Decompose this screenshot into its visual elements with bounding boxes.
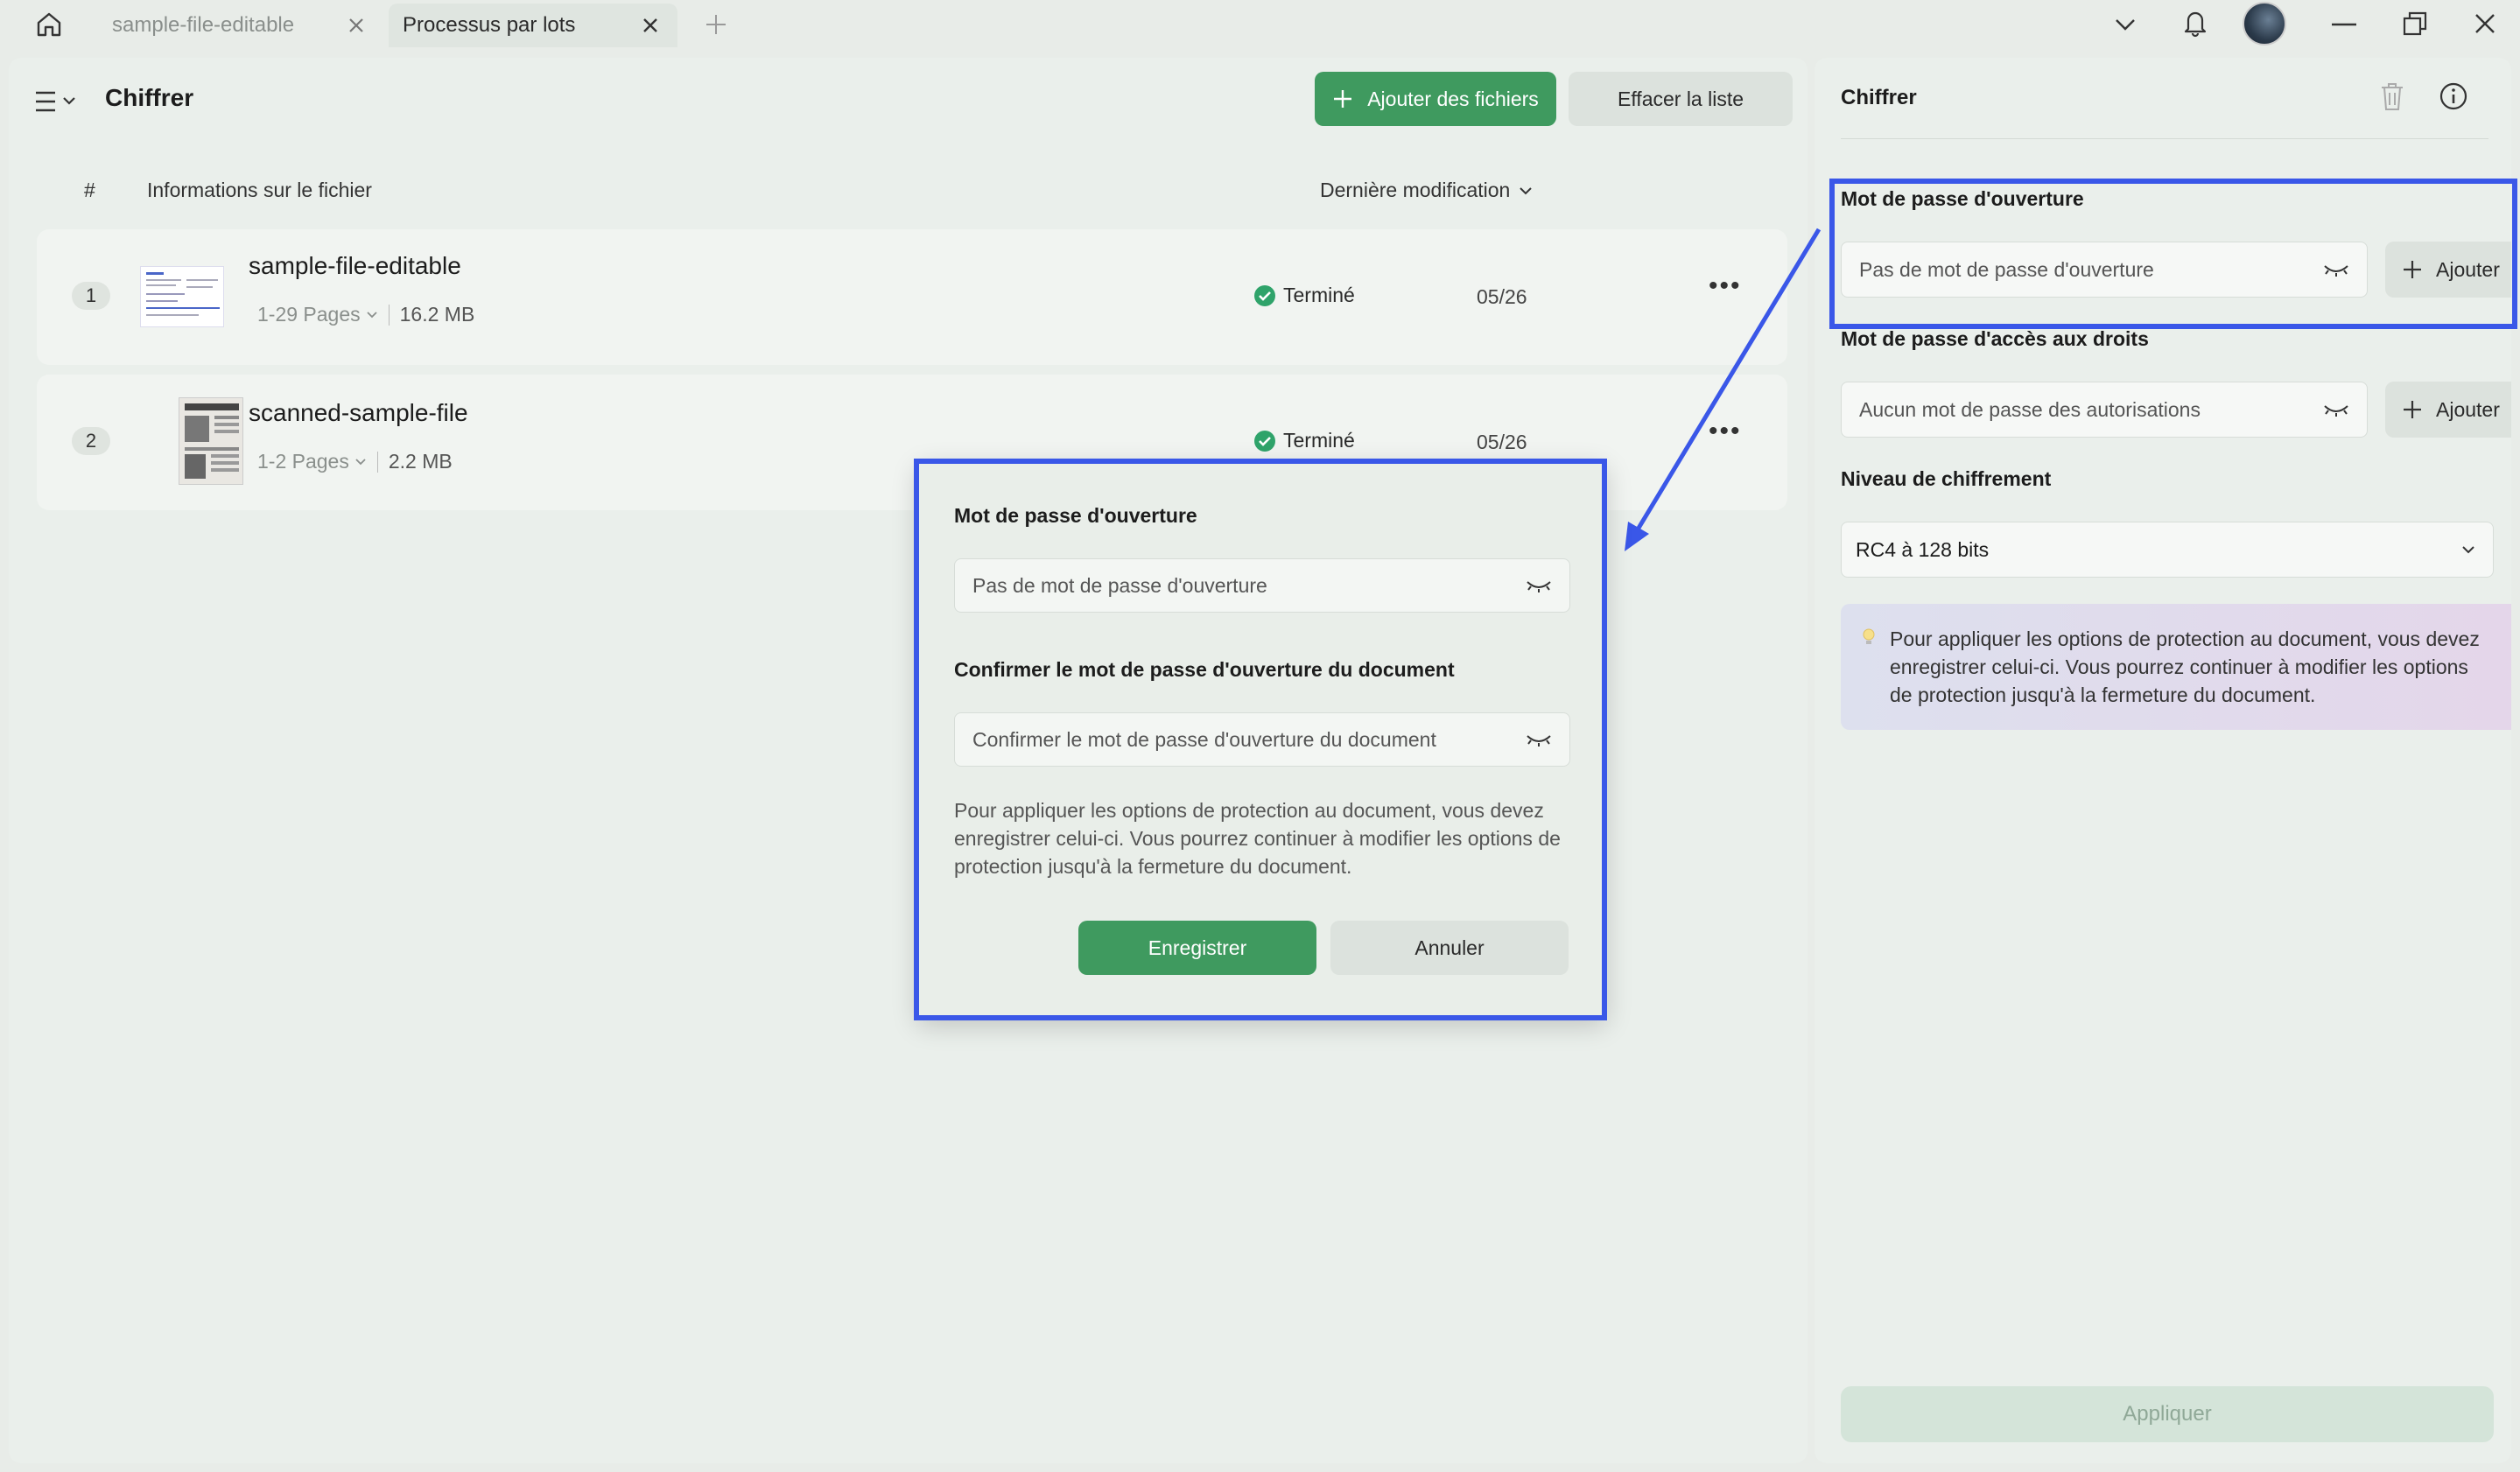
- dialog-confirm-label: Confirmer le mot de passe d'ouverture du…: [954, 658, 1455, 681]
- dialog-note: Pour appliquer les options de protection…: [954, 799, 1561, 878]
- dialog-open-password-label: Mot de passe d'ouverture: [954, 504, 1197, 527]
- cancel-button[interactable]: Annuler: [1330, 921, 1569, 975]
- dialog-open-password-placeholder: Pas de mot de passe d'ouverture: [972, 573, 1267, 597]
- eye-closed-icon[interactable]: [1526, 578, 1552, 592]
- password-dialog: Mot de passe d'ouverture Pas de mot de p…: [917, 462, 1606, 1020]
- dialog-open-password-input[interactable]: Pas de mot de passe d'ouverture: [954, 558, 1570, 613]
- dialog-confirm-password-input[interactable]: Confirmer le mot de passe d'ouverture du…: [954, 712, 1570, 767]
- eye-closed-icon[interactable]: [1526, 732, 1552, 747]
- dialog-confirm-placeholder: Confirmer le mot de passe d'ouverture du…: [972, 727, 1436, 751]
- save-button[interactable]: Enregistrer: [1078, 921, 1316, 975]
